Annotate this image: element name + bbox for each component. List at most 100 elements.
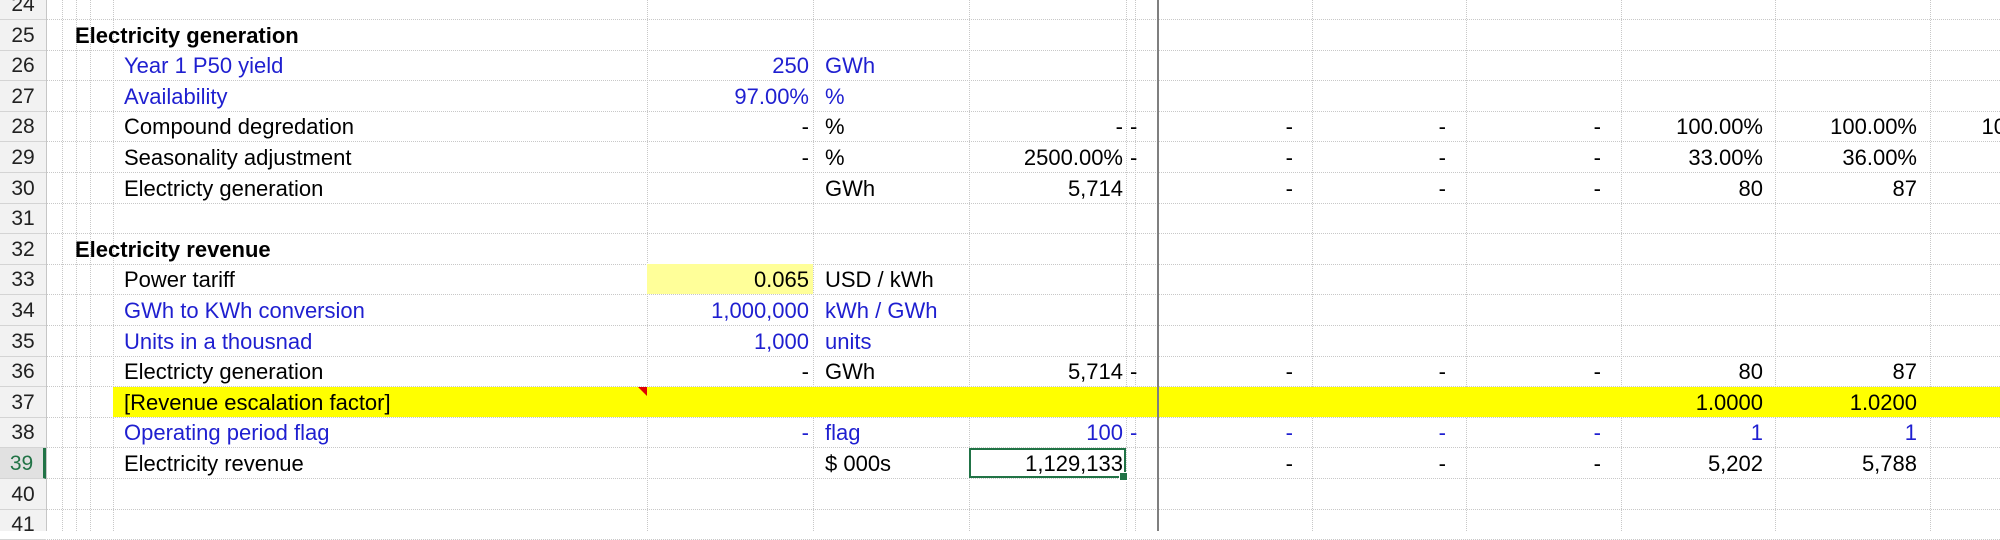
flag-marker[interactable]: -	[1126, 142, 1141, 173]
row-label[interactable]: [Revenue escalation factor]	[120, 387, 395, 418]
row-number[interactable]: 36	[0, 356, 46, 388]
flag-marker[interactable]	[1126, 173, 1134, 204]
unit-label[interactable]: %	[821, 142, 849, 173]
period-value[interactable]	[1617, 50, 1767, 81]
input-value[interactable]: 1,000,000	[647, 295, 813, 326]
period-value[interactable]: 80	[1617, 356, 1767, 387]
period-value[interactable]	[1147, 264, 1297, 295]
total-value[interactable]: 100	[969, 417, 1127, 448]
period-value[interactable]: -	[1300, 173, 1450, 204]
row-label[interactable]: Availability	[120, 81, 232, 112]
period-value[interactable]: -	[1147, 142, 1297, 173]
row-number[interactable]: 32	[0, 234, 46, 265]
total-value[interactable]: 5,714	[969, 356, 1127, 387]
input-value[interactable]	[647, 387, 813, 418]
total-value[interactable]	[969, 326, 1127, 357]
period-value[interactable]	[1455, 387, 1605, 418]
row-label[interactable]: Power tariff	[120, 264, 239, 295]
row-number[interactable]: 31	[0, 203, 46, 235]
period-value[interactable]	[1455, 50, 1605, 81]
input-value[interactable]	[647, 173, 813, 204]
row-number[interactable]: 35	[0, 326, 46, 357]
flag-marker[interactable]	[1126, 81, 1134, 112]
period-value[interactable]	[1860, 295, 2000, 326]
period-value[interactable]: 80	[1617, 173, 1767, 204]
unit-label[interactable]: units	[821, 326, 875, 357]
flag-marker[interactable]	[1126, 387, 1134, 418]
row-number[interactable]: 25	[0, 20, 46, 51]
input-value[interactable]: 97.00%	[647, 81, 813, 112]
flag-marker[interactable]	[1126, 50, 1134, 81]
flag-marker[interactable]: -	[1126, 111, 1141, 142]
row-number[interactable]: 28	[0, 111, 46, 143]
total-value[interactable]: 2500.00%	[969, 142, 1127, 173]
row-number[interactable]: 33	[0, 264, 46, 296]
period-value[interactable]	[1147, 50, 1297, 81]
period-value[interactable]: 5,202	[1617, 448, 1767, 479]
period-value[interactable]	[1860, 387, 2000, 418]
unit-label[interactable]: %	[821, 111, 849, 142]
period-value[interactable]: -	[1300, 417, 1450, 448]
total-value[interactable]	[969, 50, 1127, 81]
period-value[interactable]: -	[1147, 173, 1297, 204]
input-value[interactable]: -	[647, 417, 813, 448]
unit-label[interactable]: USD / kWh	[821, 264, 938, 295]
period-value[interactable]	[1860, 326, 2000, 357]
period-value[interactable]	[1860, 356, 2000, 387]
period-value[interactable]: -	[1147, 417, 1297, 448]
row-number[interactable]: 24	[0, 0, 46, 20]
flag-marker[interactable]	[1126, 326, 1134, 357]
unit-label[interactable]: GWh	[821, 50, 879, 81]
unit-label[interactable]: %	[821, 81, 849, 112]
period-value[interactable]: -	[1147, 356, 1297, 387]
input-value[interactable]: -	[647, 142, 813, 173]
period-value[interactable]	[1455, 81, 1605, 112]
period-value[interactable]: -	[1300, 356, 1450, 387]
period-value[interactable]: 10	[1860, 111, 2000, 142]
input-value[interactable]: 1,000	[647, 326, 813, 357]
total-value[interactable]: -	[969, 111, 1127, 142]
input-value[interactable]: -	[647, 111, 813, 142]
period-value[interactable]	[1455, 295, 1605, 326]
total-value[interactable]	[969, 81, 1127, 112]
spreadsheet-grid[interactable]: 24 25 Electricity generation 26 Year 1 P50 y…	[0, 0, 2000, 540]
total-value[interactable]	[969, 295, 1127, 326]
period-value[interactable]: 100.00%	[1617, 111, 1767, 142]
row-number[interactable]: 30	[0, 173, 46, 204]
period-value[interactable]	[1617, 295, 1767, 326]
period-value[interactable]	[1860, 173, 2000, 204]
input-value[interactable]: -	[647, 356, 813, 387]
period-value[interactable]: -	[1455, 142, 1605, 173]
period-value[interactable]	[1147, 81, 1297, 112]
row-label[interactable]: Electricty generation	[120, 173, 327, 204]
period-value[interactable]	[1147, 387, 1297, 418]
section-heading[interactable]: Electricity generation	[71, 20, 303, 51]
input-value[interactable]: 250	[647, 50, 813, 81]
period-value[interactable]	[1300, 264, 1450, 295]
period-value[interactable]: -	[1455, 356, 1605, 387]
row-label[interactable]: Units in a thousnad	[120, 326, 316, 357]
period-value[interactable]: -	[1147, 448, 1297, 479]
period-value[interactable]	[1300, 295, 1450, 326]
row-number[interactable]: 26	[0, 50, 46, 82]
period-value[interactable]	[1617, 326, 1767, 357]
period-value[interactable]	[1860, 417, 2000, 448]
freeze-pane-divider[interactable]	[1157, 0, 1159, 531]
total-value[interactable]	[969, 264, 1127, 295]
period-value[interactable]	[1300, 81, 1450, 112]
period-value[interactable]: -	[1455, 448, 1605, 479]
period-value[interactable]	[1455, 264, 1605, 295]
period-value[interactable]	[1300, 326, 1450, 357]
row-label[interactable]: Electricity revenue	[120, 448, 308, 479]
input-value[interactable]: 0.065	[647, 264, 813, 295]
unit-label[interactable]	[821, 387, 829, 418]
period-value[interactable]	[1300, 387, 1450, 418]
period-value[interactable]: -	[1300, 111, 1450, 142]
period-value[interactable]	[1617, 264, 1767, 295]
row-number[interactable]: 41	[0, 509, 46, 540]
period-value[interactable]: -	[1300, 142, 1450, 173]
period-value[interactable]: 33.00%	[1617, 142, 1767, 173]
input-value[interactable]	[647, 448, 813, 479]
flag-marker[interactable]: -	[1126, 356, 1141, 387]
row-number[interactable]: 34	[0, 295, 46, 326]
